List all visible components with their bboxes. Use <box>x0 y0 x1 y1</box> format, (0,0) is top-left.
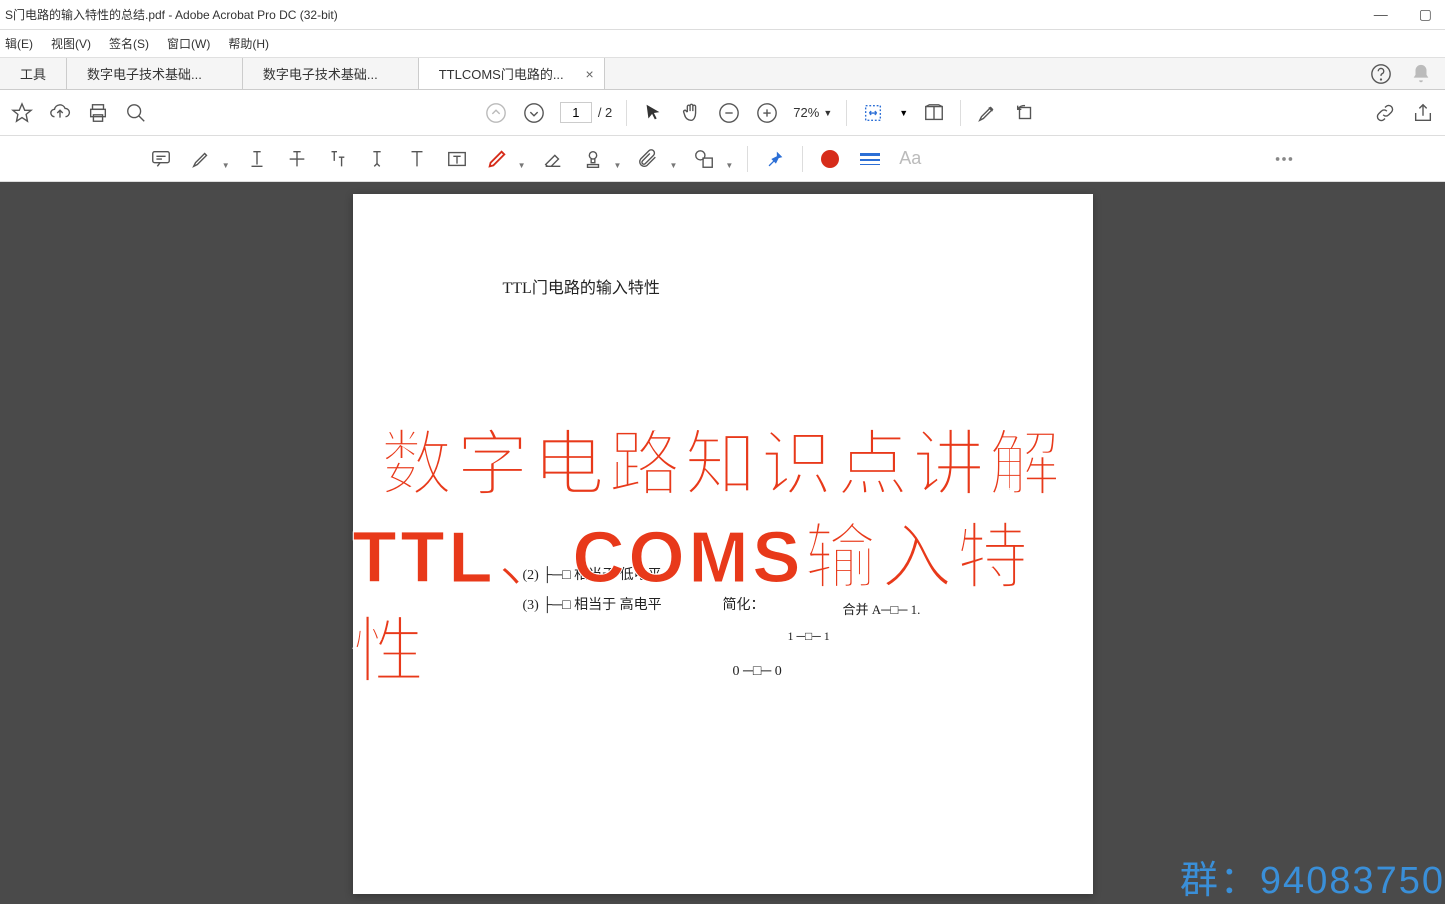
watermark: 群：94083750 <box>1180 849 1445 904</box>
hand-icon[interactable] <box>679 101 703 125</box>
line-weight-icon[interactable] <box>857 146 883 172</box>
tabbar: 工具 数字电子技术基础... 数字电子技术基础... TTLCOMS门电路的..… <box>0 58 1445 90</box>
app-window: S门电路的输入特性的总结.pdf - Adobe Acrobat Pro DC … <box>0 0 1445 904</box>
shapes-icon[interactable] <box>691 146 717 172</box>
separator <box>626 100 627 126</box>
page-current-input[interactable] <box>560 102 592 123</box>
pin-icon[interactable] <box>762 146 788 172</box>
rotate-icon[interactable] <box>1013 101 1037 125</box>
page-indicator: / 2 <box>560 102 612 123</box>
overlay-text: 数字电路知识点讲解 TTL、COMS输入特性 <box>353 194 1093 894</box>
zoom-selector[interactable]: 72% ▼ <box>793 105 832 120</box>
zoom-in-icon[interactable] <box>755 101 779 125</box>
tab-label: TTLCOMS门电路的... <box>439 64 564 83</box>
zoom-value: 72% <box>793 105 819 120</box>
textbox-icon[interactable] <box>444 146 470 172</box>
window-title: S门电路的输入特性的总结.pdf - Adobe Acrobat Pro DC … <box>5 6 1366 23</box>
page-total: / 2 <box>598 105 612 120</box>
chevron-down-icon: ▼ <box>823 108 832 118</box>
chevron-down-icon[interactable]: ▼ <box>222 161 230 170</box>
more-icon[interactable] <box>1271 146 1297 172</box>
menu-window[interactable]: 窗口(W) <box>167 35 210 52</box>
attach-icon[interactable] <box>635 146 661 172</box>
text-insert-icon[interactable] <box>364 146 390 172</box>
font-icon[interactable]: Aa <box>897 146 923 172</box>
text-replace-icon[interactable] <box>324 146 350 172</box>
star-icon[interactable] <box>10 101 34 125</box>
pdf-page: TTL门电路的输入特性 (2) ├─□ 相当于 低电平. (3) ├─□ 相当于… <box>353 194 1093 894</box>
tab-doc2[interactable]: 数字电子技术基础... <box>243 58 419 89</box>
window-controls: — ▢ <box>1366 4 1440 25</box>
separator <box>846 100 847 126</box>
chevron-down-icon[interactable]: ▼ <box>518 161 526 170</box>
annotation-toolbar: ▼ ▼ ▼ ▼ <box>0 136 1445 182</box>
overlay-line1: 数字电路知识点讲解 <box>380 419 1064 513</box>
zoom-out-icon[interactable] <box>717 101 741 125</box>
maximize-button[interactable]: ▢ <box>1411 4 1440 25</box>
tab-doc1[interactable]: 数字电子技术基础... <box>67 58 243 89</box>
share-icon[interactable] <box>1411 101 1435 125</box>
main-toolbar: / 2 72% ▼ ▼ <box>0 90 1445 136</box>
separator <box>960 100 961 126</box>
search-icon[interactable] <box>124 101 148 125</box>
eraser-icon[interactable] <box>540 146 566 172</box>
link-icon[interactable] <box>1373 101 1397 125</box>
titlebar: S门电路的输入特性的总结.pdf - Adobe Acrobat Pro DC … <box>0 0 1445 30</box>
chevron-down-icon[interactable]: ▼ <box>899 108 908 118</box>
menu-help[interactable]: 帮助(H) <box>228 35 269 52</box>
strikethrough-icon[interactable] <box>284 146 310 172</box>
fit-width-icon[interactable] <box>861 101 885 125</box>
help-icon[interactable] <box>1369 62 1393 86</box>
chevron-down-icon[interactable]: ▼ <box>725 161 733 170</box>
tab-doc3[interactable]: TTLCOMS门电路的... × <box>419 58 605 89</box>
read-mode-icon[interactable] <box>922 101 946 125</box>
stamp-icon[interactable] <box>580 146 606 172</box>
page-up-icon[interactable] <box>484 101 508 125</box>
overlay-line2: TTL、COMS输入特性 <box>353 512 1093 699</box>
text-icon[interactable] <box>404 146 430 172</box>
chevron-down-icon[interactable]: ▼ <box>614 161 622 170</box>
menu-view[interactable]: 视图(V) <box>51 35 91 52</box>
tab-tools[interactable]: 工具 <box>0 58 67 89</box>
separator <box>802 146 803 172</box>
print-icon[interactable] <box>86 101 110 125</box>
menu-sign[interactable]: 签名(S) <box>109 35 149 52</box>
separator <box>747 146 748 172</box>
highlight-icon[interactable] <box>975 101 999 125</box>
cloud-upload-icon[interactable] <box>48 101 72 125</box>
chevron-down-icon[interactable]: ▼ <box>669 161 677 170</box>
comment-icon[interactable] <box>148 146 174 172</box>
tab-label: 数字电子技术基础... <box>263 64 378 83</box>
close-icon[interactable]: × <box>585 66 593 82</box>
menu-edit[interactable]: 辑(E) <box>5 35 33 52</box>
minimize-button[interactable]: — <box>1366 4 1396 25</box>
tab-label: 数字电子技术基础... <box>87 64 202 83</box>
bell-icon[interactable] <box>1409 62 1433 86</box>
menubar: 辑(E) 视图(V) 签名(S) 窗口(W) 帮助(H) <box>0 30 1445 58</box>
page-down-icon[interactable] <box>522 101 546 125</box>
highlighter-icon[interactable] <box>188 146 214 172</box>
workspace[interactable]: TTL门电路的输入特性 (2) ├─□ 相当于 低电平. (3) ├─□ 相当于… <box>0 182 1445 904</box>
tab-label: 工具 <box>20 64 46 83</box>
color-picker[interactable] <box>817 146 843 172</box>
cursor-icon[interactable] <box>641 101 665 125</box>
pencil-icon[interactable] <box>484 146 510 172</box>
underline-text-icon[interactable] <box>244 146 270 172</box>
